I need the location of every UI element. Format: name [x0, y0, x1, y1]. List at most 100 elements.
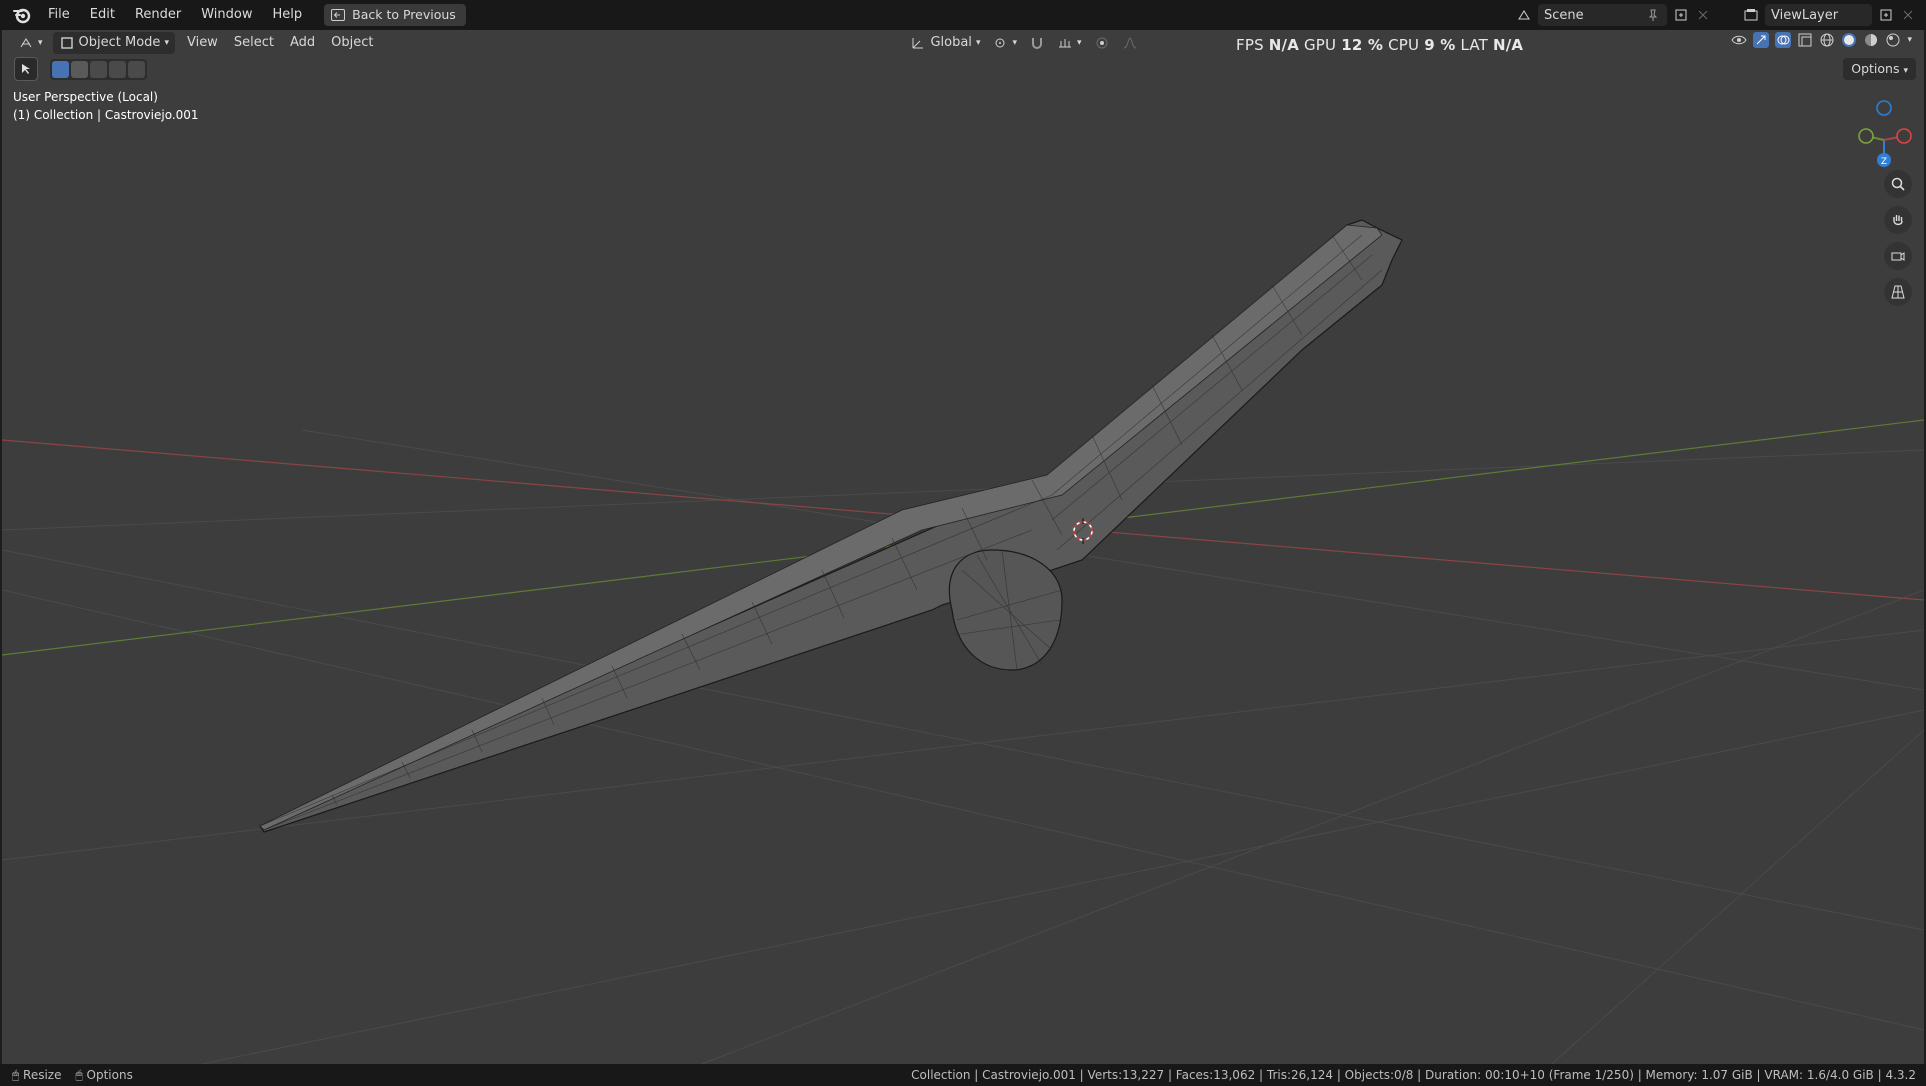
- mouse-icon: 🖱: [75, 1067, 83, 1082]
- options-hint: 🖱 Options: [75, 1068, 132, 1083]
- proportional-editing-toggle[interactable]: [1088, 32, 1116, 54]
- top-menu-bar: File Edit Render Window Help Back to Pre…: [0, 0, 1926, 30]
- scene-name: Scene: [1544, 7, 1584, 23]
- snap-increment-icon: [1059, 39, 1071, 48]
- viewport-header: ▾ Object Mode ▾ View Select Add Object G…: [2, 30, 1924, 56]
- gpu-value: 12 %: [1341, 36, 1384, 54]
- snap-target-button[interactable]: ▾: [1051, 32, 1088, 54]
- camera-view-icon[interactable]: [1884, 242, 1912, 270]
- pan-hand-icon[interactable]: [1884, 206, 1912, 234]
- pivot-point-button[interactable]: ▾: [986, 32, 1023, 54]
- orientation-label: Global: [930, 35, 972, 50]
- wireframe-shading-icon[interactable]: [1819, 32, 1835, 48]
- snap-toggle[interactable]: [1023, 32, 1051, 54]
- view-layer-selector[interactable]: ViewLayer: [1765, 4, 1872, 26]
- scene-statistics: Collection | Castroviejo.001 | Verts:13,…: [911, 1068, 1916, 1082]
- mesh-object[interactable]: [259, 219, 1403, 833]
- viewport-scene[interactable]: [2, 30, 1924, 1064]
- gizmo-toggle-icon[interactable]: [1753, 32, 1770, 48]
- options-dropdown[interactable]: Options ▾: [1843, 58, 1916, 80]
- scene-icon[interactable]: [1516, 7, 1532, 23]
- view-layer-name: ViewLayer: [1771, 7, 1839, 23]
- proportional-icon: [1096, 37, 1108, 49]
- blender-logo-icon[interactable]: [12, 5, 32, 25]
- chevron-down-icon: ▾: [38, 38, 43, 48]
- overlays-toggle-icon[interactable]: [1775, 32, 1792, 48]
- view-layer-icon[interactable]: [1743, 7, 1759, 23]
- select-subtract-icon[interactable]: [90, 60, 107, 78]
- chevron-down-icon: ▾: [164, 38, 169, 48]
- menu-help[interactable]: Help: [263, 0, 313, 30]
- zoom-icon[interactable]: [1884, 170, 1912, 198]
- active-object-label: (1) Collection | Castroviejo.001: [13, 108, 199, 122]
- options-label: Options: [1851, 61, 1900, 76]
- orientation-icon: [912, 38, 924, 49]
- navigation-gizmo[interactable]: Z: [1854, 88, 1914, 170]
- mode-selector[interactable]: Object Mode ▾: [52, 32, 175, 54]
- lat-value: N/A: [1492, 36, 1524, 54]
- select-invert-icon[interactable]: [109, 60, 126, 78]
- pivot-icon: [995, 38, 1005, 48]
- 3d-viewport[interactable]: ▾ Object Mode ▾ View Select Add Object G…: [2, 30, 1924, 1064]
- menu-file[interactable]: File: [38, 0, 80, 30]
- active-tool-button[interactable]: [14, 57, 38, 81]
- menu-render[interactable]: Render: [125, 0, 191, 30]
- select-extend-icon[interactable]: [71, 60, 88, 78]
- menu-edit[interactable]: Edit: [80, 0, 125, 30]
- back-to-previous-label: Back to Previous: [352, 7, 456, 22]
- new-scene-icon[interactable]: [1673, 7, 1689, 23]
- chevron-down-icon[interactable]: ▾: [1907, 35, 1912, 45]
- viewport-shading-controls: ▾: [1731, 32, 1912, 48]
- chevron-down-icon: ▾: [1012, 38, 1017, 48]
- falloff-curve-icon: [1123, 37, 1136, 49]
- remove-scene-icon[interactable]: [1695, 7, 1711, 23]
- editor-type-button[interactable]: ▾: [12, 32, 49, 54]
- workspace-selectors: Scene ViewLayer: [1516, 4, 1916, 26]
- rendered-shading-icon[interactable]: [1885, 32, 1901, 48]
- navigation-tools: [1884, 170, 1912, 306]
- select-cursor-icon: [22, 64, 30, 74]
- chevron-down-icon: ▾: [1077, 38, 1082, 48]
- editor-type-icon: [20, 38, 32, 48]
- object-mode-icon: [60, 37, 73, 49]
- fps-value: N/A: [1268, 36, 1300, 54]
- menu-select[interactable]: Select: [228, 32, 280, 54]
- status-bar: 🖱 Resize 🖱 Options Collection | Castrovi…: [0, 1064, 1926, 1086]
- cpu-label: CPU: [1388, 36, 1420, 54]
- material-shading-icon[interactable]: [1863, 32, 1879, 48]
- tool-header: [2, 56, 314, 82]
- select-intersect-icon[interactable]: [128, 60, 145, 78]
- magnet-icon: [1032, 38, 1042, 49]
- mode-label: Object Mode: [78, 35, 161, 50]
- scene-selector[interactable]: Scene: [1538, 4, 1667, 26]
- selection-mode-buttons: [50, 58, 147, 80]
- chevron-down-icon: ▾: [975, 38, 981, 48]
- back-icon: [331, 9, 346, 21]
- menu-view[interactable]: View: [181, 32, 224, 54]
- performance-overlay: FPS N/A GPU 12 % CPU 9 % LAT N/A: [1236, 36, 1523, 54]
- solid-shading-icon[interactable]: [1841, 32, 1857, 48]
- menu-object[interactable]: Object: [325, 32, 379, 54]
- options-hint-label: Options: [86, 1067, 133, 1082]
- fps-label: FPS: [1236, 36, 1264, 54]
- select-new-icon[interactable]: [52, 60, 69, 78]
- mouse-icon: 🖱: [12, 1067, 20, 1082]
- gizmo-z-label: Z: [1881, 157, 1887, 167]
- chevron-down-icon: ▾: [1903, 66, 1908, 76]
- perspective-toggle-icon[interactable]: [1884, 278, 1912, 306]
- menu-window[interactable]: Window: [191, 0, 262, 30]
- resize-hint-label: Resize: [23, 1067, 62, 1082]
- transform-orientation-selector[interactable]: Global ▾: [904, 32, 986, 54]
- falloff-button[interactable]: [1116, 32, 1144, 54]
- xray-toggle-icon[interactable]: [1797, 32, 1813, 48]
- back-to-previous-button[interactable]: Back to Previous: [324, 4, 466, 26]
- new-view-layer-icon[interactable]: [1878, 7, 1894, 23]
- perspective-label: User Perspective (Local): [13, 90, 158, 104]
- cpu-value: 9 %: [1424, 36, 1456, 54]
- viewport-info: User Perspective (Local) (1) Collection …: [13, 88, 199, 124]
- visibility-eye-icon[interactable]: [1731, 32, 1748, 48]
- remove-view-layer-icon[interactable]: [1900, 7, 1916, 23]
- menu-add[interactable]: Add: [284, 32, 321, 54]
- pin-icon[interactable]: [1645, 7, 1661, 23]
- resize-hint: 🖱 Resize: [12, 1068, 61, 1083]
